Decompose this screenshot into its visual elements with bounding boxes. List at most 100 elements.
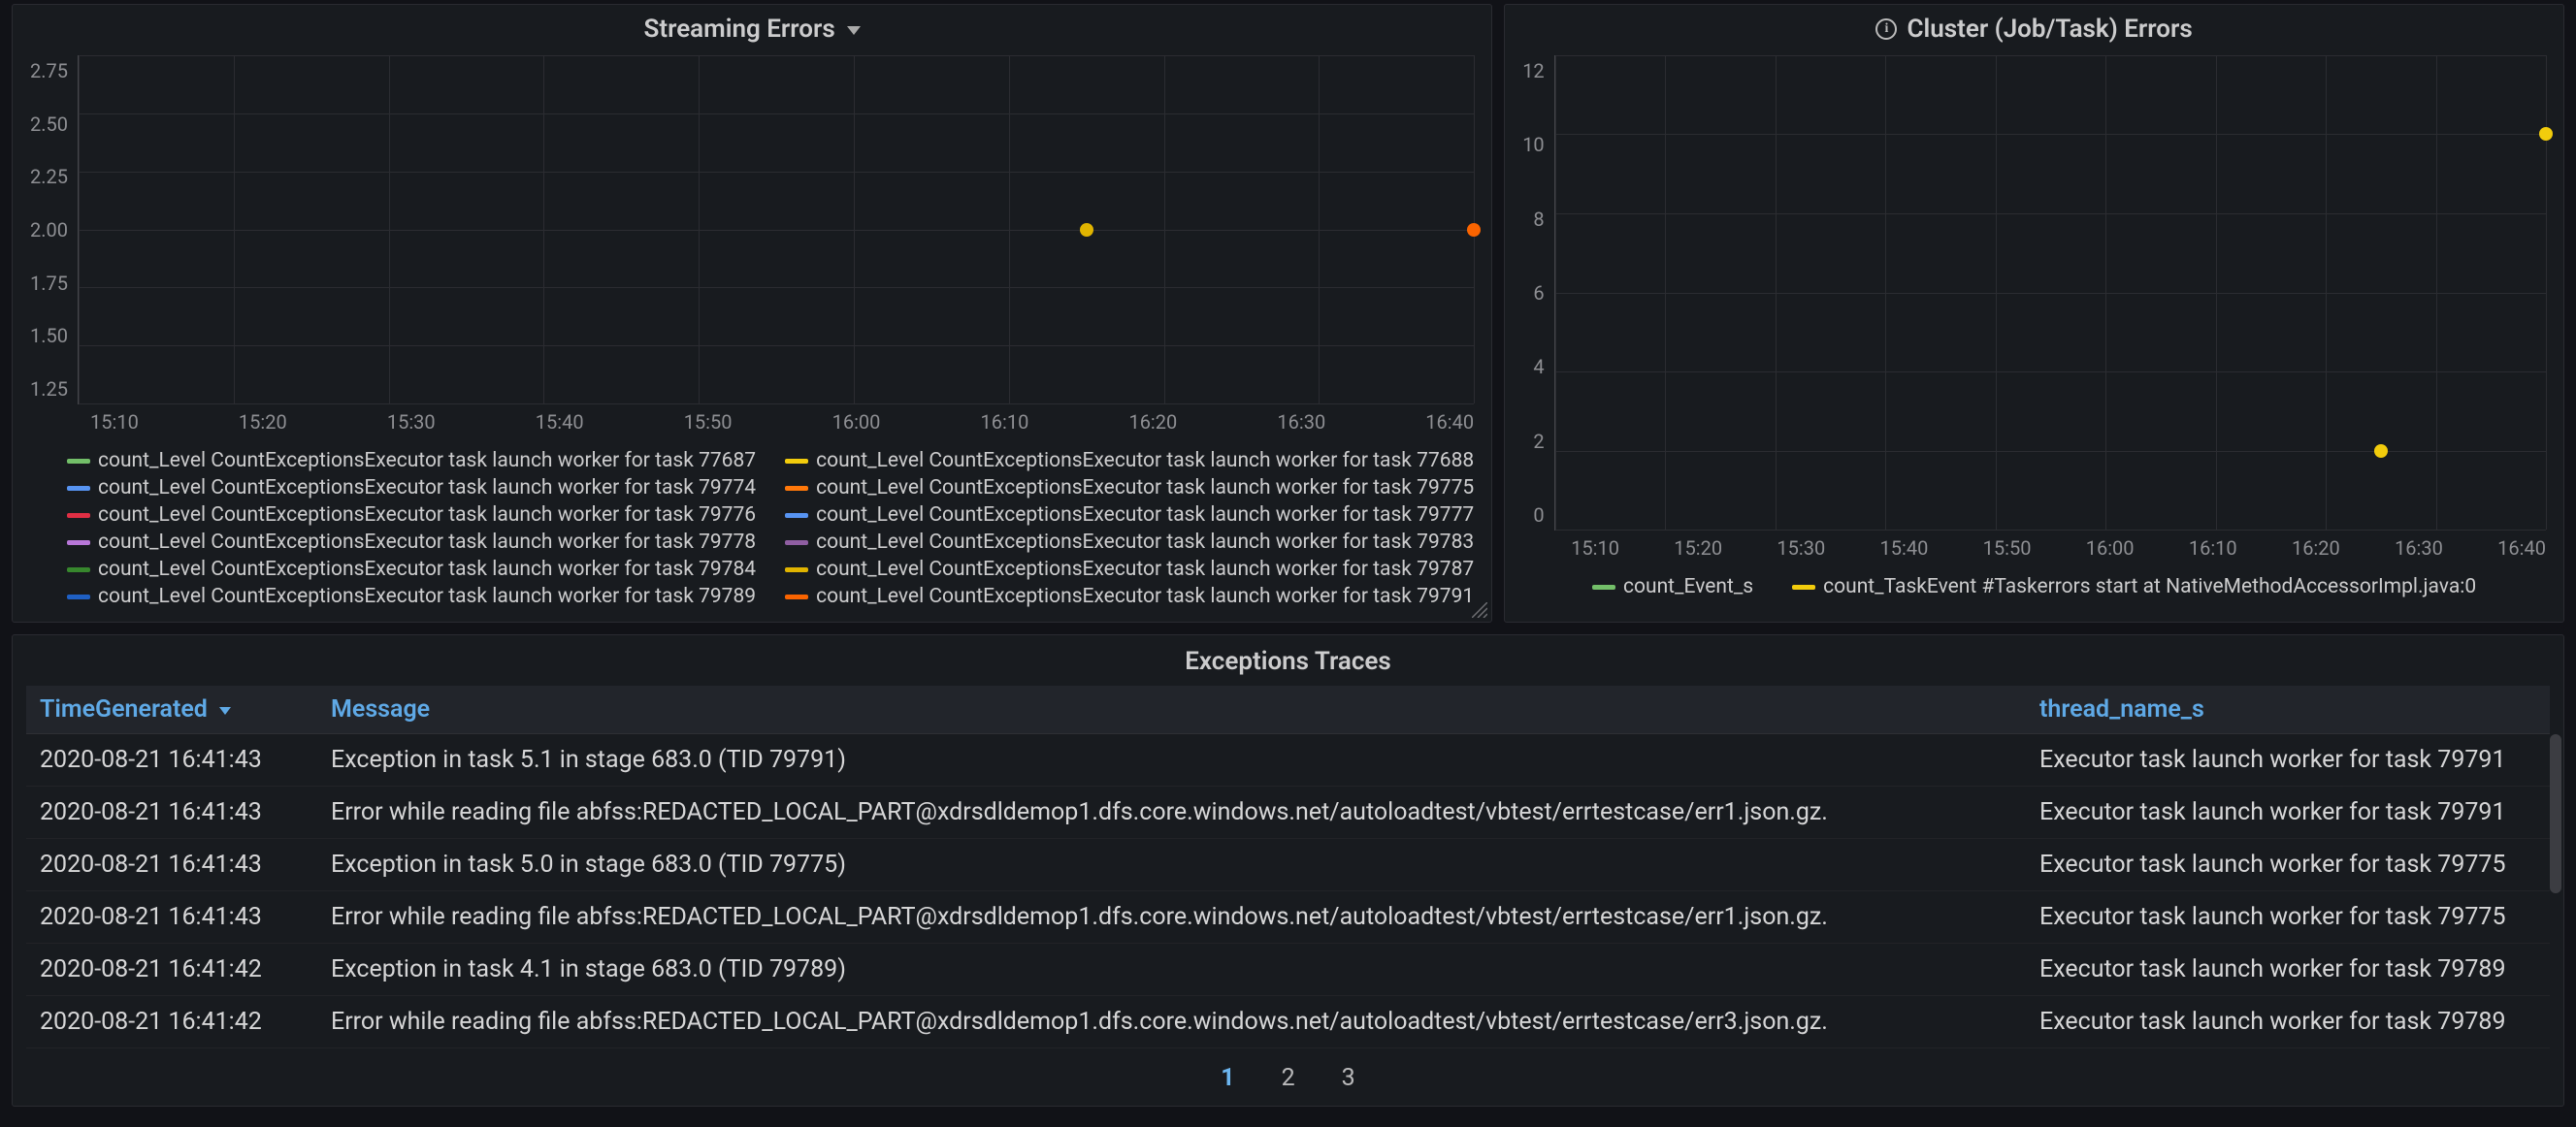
panel-title: Streaming Errors — [643, 15, 834, 44]
panel-title: Cluster (Job/Task) Errors — [1907, 15, 2192, 44]
axis-tick: 15:40 — [1880, 536, 1929, 560]
chart-plot-area[interactable] — [1554, 55, 2546, 531]
axis-tick: 2.00 — [30, 218, 68, 242]
axis-tick: 15:30 — [1777, 536, 1825, 560]
data-point[interactable] — [2539, 127, 2553, 141]
axis-tick: 16:40 — [2497, 536, 2546, 560]
legend-label: count_Level CountExceptionsExecutor task… — [98, 503, 756, 527]
panel-exceptions-traces: Exceptions Traces TimeGenerated Message … — [12, 634, 2564, 1107]
axis-tick: 16:30 — [1277, 410, 1325, 434]
table-row[interactable]: 2020-08-21 16:41:42Exception in task 4.1… — [26, 944, 2550, 996]
legend-item[interactable]: count_Level CountExceptionsExecutor task… — [785, 531, 1474, 554]
legend-item[interactable]: count_Level CountExceptionsExecutor task… — [67, 558, 756, 581]
legend-label: count_Level CountExceptionsExecutor task… — [98, 531, 756, 554]
cell-time: 2020-08-21 16:41:43 — [26, 787, 317, 839]
cell-time: 2020-08-21 16:41:43 — [26, 839, 317, 891]
cell-message: Exception in task 5.1 in stage 683.0 (TI… — [317, 734, 2026, 787]
axis-tick: 15:20 — [1674, 536, 1722, 560]
pagination: 1 2 3 — [13, 1048, 2563, 1100]
legend-swatch — [1592, 585, 1615, 590]
legend-label: count_Level CountExceptionsExecutor task… — [98, 558, 756, 581]
cell-time: 2020-08-21 16:41:42 — [26, 944, 317, 996]
legend-swatch — [785, 459, 808, 464]
legend-swatch — [785, 567, 808, 572]
axis-tick: 15:40 — [536, 410, 584, 434]
chart-y-axis: 121086420 — [1522, 55, 1553, 531]
legend-item[interactable]: count_Level CountExceptionsExecutor task… — [785, 476, 1474, 499]
scrollbar[interactable] — [2550, 734, 2561, 1000]
cell-message: Error while reading file abfss:REDACTED_… — [317, 891, 2026, 944]
page-2[interactable]: 2 — [1282, 1064, 1295, 1092]
legend-swatch — [785, 540, 808, 545]
data-point[interactable] — [2374, 444, 2388, 458]
column-header-time[interactable]: TimeGenerated — [26, 686, 317, 734]
table-header-row: TimeGenerated Message thread_name_s — [26, 686, 2550, 734]
table-row[interactable]: 2020-08-21 16:41:43Error while reading f… — [26, 891, 2550, 944]
axis-tick: 16:30 — [2395, 536, 2443, 560]
legend-item[interactable]: count_Level CountExceptionsExecutor task… — [67, 476, 756, 499]
panel-title-dropdown[interactable]: Streaming Errors — [30, 15, 1474, 44]
legend-label: count_Level CountExceptionsExecutor task… — [816, 585, 1474, 608]
axis-tick: 15:20 — [239, 410, 287, 434]
legend-item[interactable]: count_Level CountExceptionsExecutor task… — [785, 585, 1474, 608]
cell-time: 2020-08-21 16:41:42 — [26, 996, 317, 1048]
axis-tick: 10 — [1522, 133, 1544, 156]
legend-swatch — [67, 459, 90, 464]
cell-thread: Executor task launch worker for task 797… — [2026, 787, 2550, 839]
axis-tick: 15:50 — [684, 410, 733, 434]
data-point[interactable] — [1080, 223, 1093, 237]
table-row[interactable]: 2020-08-21 16:41:43Error while reading f… — [26, 787, 2550, 839]
table-row[interactable]: 2020-08-21 16:41:43Exception in task 5.0… — [26, 839, 2550, 891]
axis-tick: 15:10 — [90, 410, 139, 434]
info-icon[interactable]: i — [1875, 18, 1897, 40]
panel-title-dropdown[interactable]: i Cluster (Job/Task) Errors — [1522, 15, 2546, 44]
legend-item[interactable]: count_Level CountExceptionsExecutor task… — [67, 585, 756, 608]
axis-tick: 1.75 — [30, 272, 68, 295]
legend-item[interactable]: count_Event_s — [1592, 575, 1753, 598]
legend-label: count_Level CountExceptionsExecutor task… — [98, 585, 756, 608]
axis-tick: 16:20 — [2292, 536, 2340, 560]
legend-item[interactable]: count_Level CountExceptionsExecutor task… — [785, 503, 1474, 527]
cell-time: 2020-08-21 16:41:43 — [26, 891, 317, 944]
scroll-thumb[interactable] — [2550, 734, 2561, 893]
axis-tick: 2.75 — [30, 59, 68, 82]
axis-tick: 4 — [1533, 355, 1544, 378]
legend-label: count_Level CountExceptionsExecutor task… — [98, 476, 756, 499]
column-header-thread[interactable]: thread_name_s — [2026, 686, 2550, 734]
column-header-message[interactable]: Message — [317, 686, 2026, 734]
legend-label: count_TaskEvent #Taskerrors start at Nat… — [1823, 575, 2476, 598]
legend-swatch — [67, 540, 90, 545]
cell-message: Error while reading file abfss:REDACTED_… — [317, 787, 2026, 839]
chart-legend: count_Event_s count_TaskEvent #Taskerrors… — [1522, 575, 2546, 598]
chart-legend: count_Level CountExceptionsExecutor task… — [67, 449, 1474, 608]
legend-label: count_Level CountExceptionsExecutor task… — [816, 449, 1474, 472]
data-point[interactable] — [1467, 223, 1481, 237]
cell-message: Exception in task 5.0 in stage 683.0 (TI… — [317, 839, 2026, 891]
legend-item[interactable]: count_Level CountExceptionsExecutor task… — [67, 503, 756, 527]
legend-label: count_Level CountExceptionsExecutor task… — [816, 558, 1474, 581]
sort-desc-icon — [219, 707, 231, 715]
cell-thread: Executor task launch worker for task 797… — [2026, 734, 2550, 787]
page-1[interactable]: 1 — [1221, 1064, 1234, 1092]
axis-tick: 15:10 — [1571, 536, 1619, 560]
chart-plot-area[interactable] — [78, 55, 1474, 404]
cell-thread: Executor task launch worker for task 797… — [2026, 839, 2550, 891]
cell-time: 2020-08-21 16:41:43 — [26, 734, 317, 787]
legend-swatch — [67, 567, 90, 572]
axis-tick: 12 — [1522, 59, 1544, 82]
legend-item[interactable]: count_TaskEvent #Taskerrors start at Nat… — [1792, 575, 2476, 598]
legend-swatch — [67, 486, 90, 491]
panel-streaming-errors: Streaming Errors 2.752.502.252.001.751.5… — [12, 4, 1492, 623]
axis-tick: 0 — [1533, 503, 1544, 527]
legend-item[interactable]: count_Level CountExceptionsExecutor task… — [785, 558, 1474, 581]
axis-tick: 15:30 — [387, 410, 436, 434]
resize-handle-icon[interactable] — [1472, 602, 1487, 618]
legend-item[interactable]: count_Level CountExceptionsExecutor task… — [785, 449, 1474, 472]
axis-tick: 2.25 — [30, 165, 68, 188]
table-row[interactable]: 2020-08-21 16:41:43Exception in task 5.1… — [26, 734, 2550, 787]
cell-thread: Executor task launch worker for task 797… — [2026, 944, 2550, 996]
legend-item[interactable]: count_Level CountExceptionsExecutor task… — [67, 531, 756, 554]
legend-item[interactable]: count_Level CountExceptionsExecutor task… — [67, 449, 756, 472]
table-row[interactable]: 2020-08-21 16:41:42Error while reading f… — [26, 996, 2550, 1048]
page-3[interactable]: 3 — [1342, 1064, 1355, 1092]
